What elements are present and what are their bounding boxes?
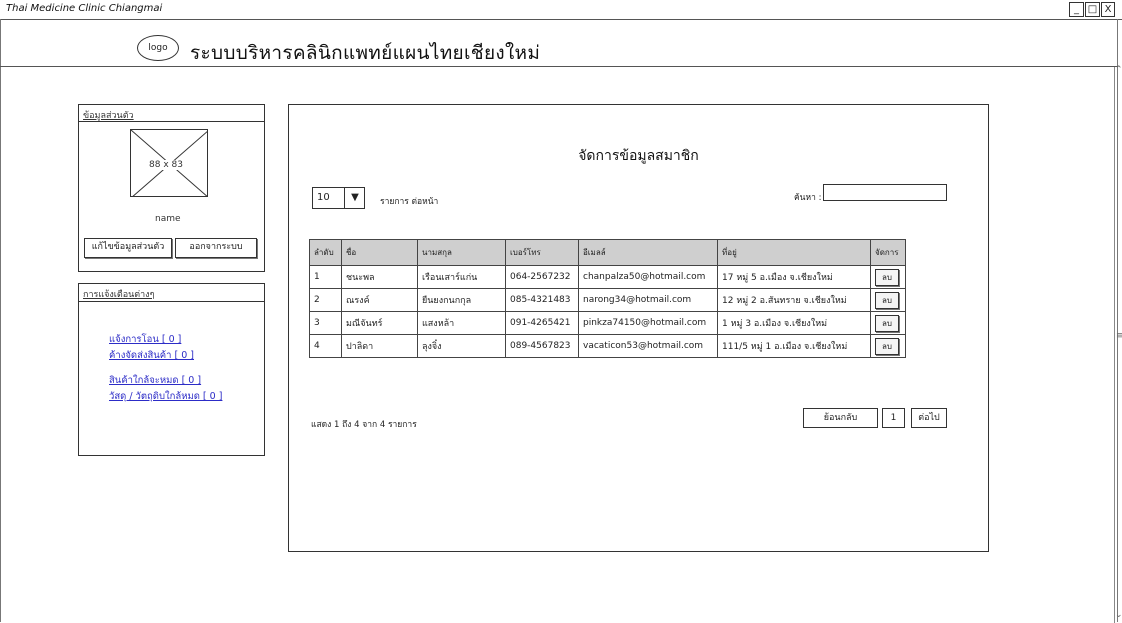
scroll-down-icon[interactable]: ⌄	[1115, 610, 1122, 620]
window-title: Thai Medicine Clinic Chiangmai	[6, 3, 163, 14]
cell-address: 1 หมู่ 3 อ.เมือง จ.เชียงใหม่	[717, 311, 871, 335]
scroll-up-icon[interactable]: ⌃	[1115, 65, 1122, 75]
link-transfer-notice[interactable]: แจ้งการโอน [ 0 ]	[109, 332, 181, 347]
scroll-thumb-icon[interactable]: ≡	[1116, 331, 1122, 341]
profile-name: name	[155, 214, 181, 224]
cell-lastname: ลุงจิ๋ง	[417, 334, 506, 358]
window-titlebar	[0, 0, 1122, 20]
col-header-firstname: ชื่อ	[341, 239, 418, 266]
table-summary: แสดง 1 ถึง 4 จาก 4 รายการ	[311, 420, 417, 430]
chevron-down-icon[interactable]: ▼	[344, 188, 365, 208]
notifications-heading-divider	[78, 301, 265, 302]
cell-email: chanpalza50@hotmail.com	[578, 265, 718, 289]
link-pending-shipment[interactable]: ค้างจัดส่งสินค้า [ 0 ]	[109, 348, 194, 363]
members-table: ลำดับ ชื่อ นามสกุล เบอร์โทร อีเมลล์ ที่อ…	[309, 239, 906, 358]
col-header-phone: เบอร์โทร	[505, 239, 579, 266]
search-label: ค้นหา :	[794, 193, 822, 203]
cell-phone: 064-2567232	[505, 265, 579, 289]
cell-actions: ลบ	[870, 311, 906, 335]
edit-profile-button[interactable]: แก้ไขข้อมูลส่วนตัว	[84, 238, 172, 258]
per-page-label: รายการ ต่อหน้า	[380, 197, 439, 207]
cell-lastname: เรือนเสาร์แก่น	[417, 265, 506, 289]
app-title: ระบบบริหารคลินิกแพทย์แผนไทยเชียงใหม่	[190, 42, 541, 64]
page-size-select[interactable]: 10 ▼	[312, 187, 365, 209]
minimize-button[interactable]: _	[1069, 2, 1084, 17]
header-divider	[0, 66, 1118, 67]
table-row: 3 มณีจันทร์ แสงหล้า 091-4265421 pinkza74…	[309, 311, 906, 335]
cell-index: 3	[309, 311, 342, 335]
table-row: 4 ปาลิดา ลุงจิ๋ง 089-4567823 vacaticon53…	[309, 334, 906, 358]
cell-firstname: ปาลิดา	[341, 334, 418, 358]
col-header-email: อีเมลล์	[578, 239, 718, 266]
cell-lastname: ยืนยงกนกกุล	[417, 288, 506, 312]
cell-address: 111/5 หมู่ 1 อ.เมือง จ.เชียงใหม่	[717, 334, 871, 358]
notifications-heading: การแจ้งเตือนต่างๆ	[83, 290, 155, 300]
cell-lastname: แสงหล้า	[417, 311, 506, 335]
maximize-button[interactable]: □	[1085, 2, 1100, 17]
cell-index: 2	[309, 288, 342, 312]
next-page-button[interactable]: ต่อไป	[911, 408, 947, 428]
logo: logo	[137, 35, 179, 61]
cell-phone: 085-4321483	[505, 288, 579, 312]
cell-email: vacaticon53@hotmail.com	[578, 334, 718, 358]
cell-actions: ลบ	[870, 334, 906, 358]
cell-phone: 091-4265421	[505, 311, 579, 335]
delete-button[interactable]: ลบ	[875, 337, 899, 355]
cell-address: 12 หมู่ 2 อ.สันทราย จ.เชียงใหม่	[717, 288, 871, 312]
cell-phone: 089-4567823	[505, 334, 579, 358]
link-low-stock-materials[interactable]: วัสดุ / วัตถุดิบใกล้หมด [ 0 ]	[109, 389, 222, 404]
table-row: 2 ณรงค์ ยืนยงกนกกุล 085-4321483 narong34…	[309, 288, 906, 312]
profile-image-label: 88 x 83	[147, 160, 185, 170]
vertical-scrollbar[interactable]: ⌃ ≡ ⌄	[1114, 65, 1122, 623]
delete-button[interactable]: ลบ	[875, 268, 899, 286]
cell-index: 4	[309, 334, 342, 358]
notifications-panel	[78, 283, 265, 456]
close-button[interactable]: X	[1101, 2, 1115, 17]
cell-address: 17 หมู่ 5 อ.เมือง จ.เชียงใหม่	[717, 265, 871, 289]
logout-button[interactable]: ออกจากระบบ	[175, 238, 257, 258]
link-low-stock-products[interactable]: สินค้าใกล้จะหมด [ 0 ]	[109, 373, 201, 388]
cell-firstname: ณรงค์	[341, 288, 418, 312]
cell-email: narong34@hotmail.com	[578, 288, 718, 312]
cell-index: 1	[309, 265, 342, 289]
delete-button[interactable]: ลบ	[875, 291, 899, 309]
page-title: จัดการข้อมูลสมาชิก	[578, 148, 699, 164]
current-page-input[interactable]: 1	[882, 408, 905, 428]
search-input[interactable]	[823, 184, 947, 201]
table-header-row: ลำดับ ชื่อ นามสกุล เบอร์โทร อีเมลล์ ที่อ…	[309, 239, 906, 266]
col-header-lastname: นามสกุล	[417, 239, 506, 266]
cell-firstname: ชนะพล	[341, 265, 418, 289]
cell-actions: ลบ	[870, 265, 906, 289]
delete-button[interactable]: ลบ	[875, 314, 899, 332]
cell-actions: ลบ	[870, 288, 906, 312]
table-row: 1 ชนะพล เรือนเสาร์แก่น 064-2567232 chanp…	[309, 265, 906, 289]
profile-heading: ข้อมูลส่วนตัว	[83, 111, 134, 121]
page-size-value: 10	[317, 192, 330, 203]
profile-heading-divider	[78, 121, 265, 122]
cell-firstname: มณีจันทร์	[341, 311, 418, 335]
col-header-actions: จัดการ	[870, 239, 906, 266]
prev-page-button[interactable]: ย้อนกลับ	[803, 408, 878, 428]
col-header-index: ลำดับ	[309, 239, 342, 266]
cell-email: pinkza74150@hotmail.com	[578, 311, 718, 335]
col-header-address: ที่อยู่	[717, 239, 871, 266]
